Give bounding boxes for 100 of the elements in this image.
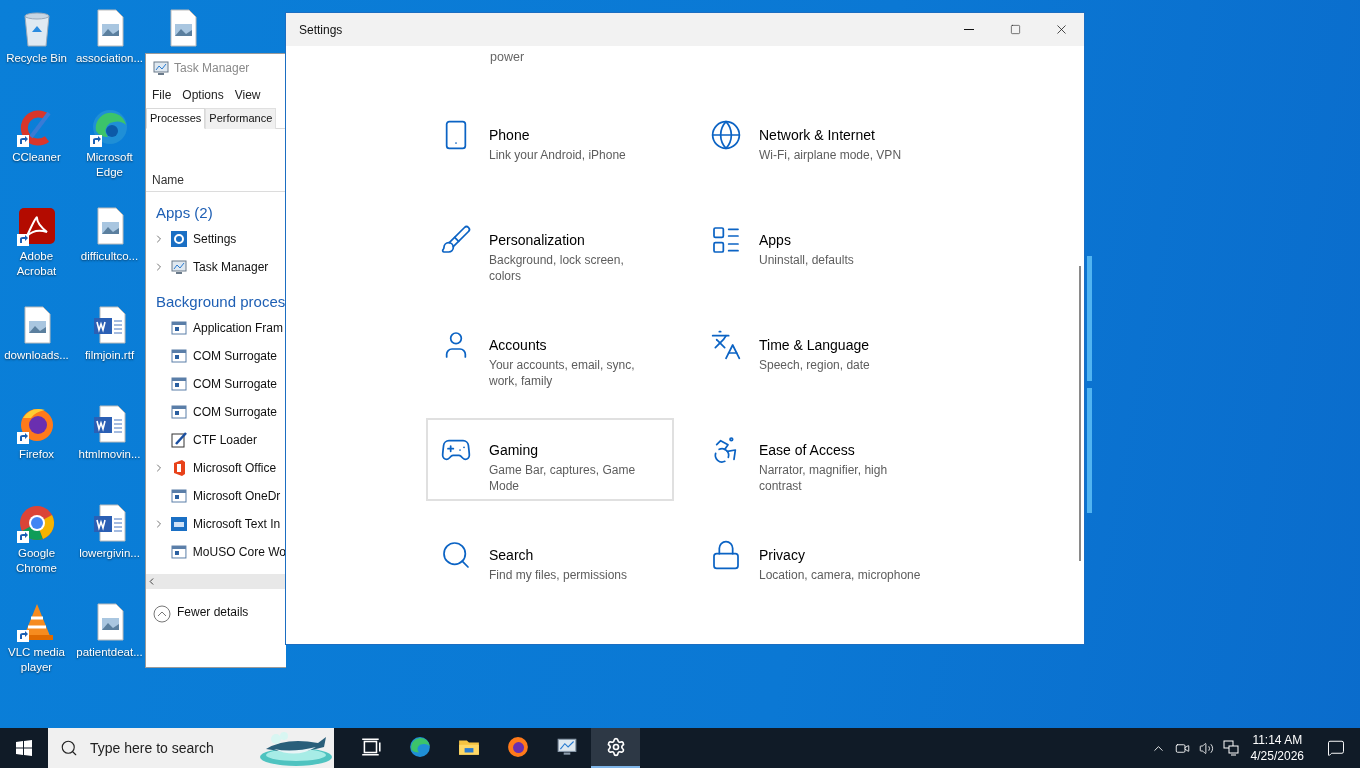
- category-title: Ease of Access: [759, 442, 856, 458]
- desktop-icon-label[interactable]: downloads...: [0, 348, 73, 363]
- category-description: Link your Android, iPhone: [489, 147, 626, 163]
- clock-date[interactable]: 4/25/2026: [1250, 748, 1304, 764]
- maximize-icon: [1009, 24, 1021, 35]
- window-icon: [171, 488, 187, 504]
- settings-category[interactable]: Time & Language Speech, region, date: [696, 313, 944, 396]
- settings-category[interactable]: Ease of Access Narrator, magnifier, high contrast: [696, 418, 944, 501]
- vertical-scrollbar[interactable]: [1079, 266, 1081, 561]
- category-title: Apps: [759, 232, 792, 248]
- network-icon[interactable]: [1222, 740, 1239, 756]
- browser-logo-icon[interactable]: [89, 107, 130, 147]
- process-name[interactable]: COM Surrogate: [193, 349, 278, 363]
- window-icon: [170, 544, 187, 560]
- language-icon: [710, 329, 742, 361]
- desktop-icon-label[interactable]: VLC media player: [0, 645, 73, 675]
- brush-icon: [440, 224, 472, 256]
- category-title: Gaming: [489, 442, 540, 458]
- category-title: Phone: [489, 127, 531, 143]
- category-description: Game Bar, captures, Game Mode: [489, 462, 637, 494]
- settings-category[interactable]: Gaming Game Bar, captures, Game Mode: [426, 418, 674, 501]
- process-name[interactable]: CTF Loader: [193, 433, 258, 447]
- category-title: Network & Internet: [759, 127, 876, 143]
- window-icon: [171, 404, 187, 420]
- process-name[interactable]: Microsoft OneDr: [193, 489, 281, 503]
- pdf-app-icon[interactable]: [16, 206, 57, 246]
- fewer-details-link[interactable]: Fewer details: [177, 605, 249, 619]
- desktop-icon-label[interactable]: Google Chrome: [0, 546, 73, 576]
- category-description: Wi-Fi, airplane mode, VPN: [759, 147, 902, 163]
- volume-icon[interactable]: [1199, 740, 1215, 756]
- settings-category[interactable]: Apps Uninstall, defaults: [696, 208, 944, 291]
- lock-icon: [710, 539, 742, 571]
- settings-category[interactable]: Privacy Location, camera, microphone: [696, 523, 944, 606]
- monitor-chart-icon: [171, 259, 187, 275]
- category-description: Background, lock screen, colors: [489, 252, 625, 284]
- window-title: Settings: [299, 22, 344, 37]
- group-heading: Background proces: [155, 292, 286, 312]
- category-description: Speech, region, date: [759, 357, 870, 373]
- process-name[interactable]: MoUSO Core Wo: [192, 545, 286, 559]
- category-description: Find my files, permissions: [489, 567, 628, 583]
- category-title: Search: [489, 547, 535, 563]
- category-title: Time & Language: [759, 337, 870, 353]
- office-logo-icon: [171, 460, 187, 476]
- desktop-icon-label[interactable]: Adobe Acrobat: [0, 249, 73, 279]
- tab[interactable]: Performance: [205, 108, 277, 129]
- horizontal-scrollbar[interactable]: [146, 574, 286, 589]
- window-icon: [171, 348, 187, 364]
- settings-category[interactable]: Phone Link your Android, iPhone: [426, 103, 674, 186]
- desktop-icon-label[interactable]: patientdeat...: [73, 645, 146, 660]
- minimize-icon: [964, 29, 974, 30]
- process-name[interactable]: Settings: [193, 232, 237, 246]
- tab[interactable]: Processes: [146, 108, 206, 129]
- desktop-icon-label[interactable]: association...: [73, 51, 146, 66]
- clock-time[interactable]: 11:14 AM: [1252, 732, 1303, 748]
- desktop-icon-label[interactable]: CCleaner: [0, 150, 73, 165]
- category-description: Uninstall, defaults: [759, 252, 854, 268]
- collapse-icon[interactable]: [153, 605, 171, 623]
- category-description: Narrator, magnifier, high contrast: [759, 462, 889, 494]
- category-title: Privacy: [759, 547, 806, 563]
- category-title: Accounts: [489, 337, 548, 353]
- keyboard-window-icon: [171, 516, 187, 532]
- window-icon: [171, 376, 187, 392]
- settings-category[interactable]: Accounts Your accounts, email, sync, work, family: [426, 313, 674, 396]
- settings-category[interactable]: Network & Internet Wi-Fi, airplane mode, VPN: [696, 103, 944, 186]
- process-name[interactable]: Application Fram: [193, 321, 284, 335]
- process-name[interactable]: Microsoft Text In: [193, 517, 281, 531]
- search-field[interactable]: Type here to search: [48, 728, 334, 768]
- category-description: Location, camera, microphone: [759, 567, 921, 583]
- desktop-icon-label[interactable]: Recycle Bin: [0, 51, 73, 66]
- taskbar-button[interactable]: [591, 728, 640, 768]
- category-title: Personalization: [489, 232, 586, 248]
- monitor-chart-icon: [153, 60, 169, 76]
- process-name[interactable]: Task Manager: [193, 260, 269, 274]
- pen-icon: [171, 432, 187, 448]
- process-name[interactable]: COM Surrogate: [193, 377, 278, 391]
- group-heading: Apps (2): [155, 203, 214, 223]
- desktop-icon-label[interactable]: Microsoft Edge: [73, 150, 146, 180]
- desktop-icon-label[interactable]: Firefox: [0, 447, 73, 462]
- menu-item[interactable]: File: [152, 88, 172, 102]
- windows-logo-icon: [16, 740, 32, 756]
- desktop-icon-label[interactable]: difficultco...: [73, 249, 146, 264]
- monitor-chart-icon: [555, 736, 578, 758]
- column-header[interactable]: Name: [152, 173, 184, 187]
- process-name[interactable]: Microsoft Office: [193, 461, 277, 475]
- settings-category[interactable]: Search Find my files, permissions: [426, 523, 674, 606]
- search-icon: [60, 739, 78, 757]
- window-icon: [171, 320, 187, 336]
- menu-item[interactable]: Options: [182, 88, 224, 102]
- task-view-icon: [359, 736, 382, 758]
- desktop-icon-label[interactable]: htmlmovin...: [73, 447, 146, 462]
- process-name[interactable]: COM Surrogate: [193, 405, 278, 419]
- browser-logo-icon[interactable]: [16, 503, 57, 543]
- settings-category[interactable]: Personalization Background, lock screen, colors: [426, 208, 674, 291]
- desktop-icon-label[interactable]: filmjoin.rtf: [73, 348, 146, 363]
- globe-icon: [710, 119, 742, 151]
- browser-logo-icon: [506, 736, 529, 758]
- category-description: Your accounts, email, sync, work, family: [489, 357, 636, 389]
- window-title: Task Manager: [174, 61, 250, 75]
- desktop-icon-label[interactable]: lowergivin...: [73, 546, 146, 561]
- menu-item[interactable]: View: [234, 88, 261, 102]
